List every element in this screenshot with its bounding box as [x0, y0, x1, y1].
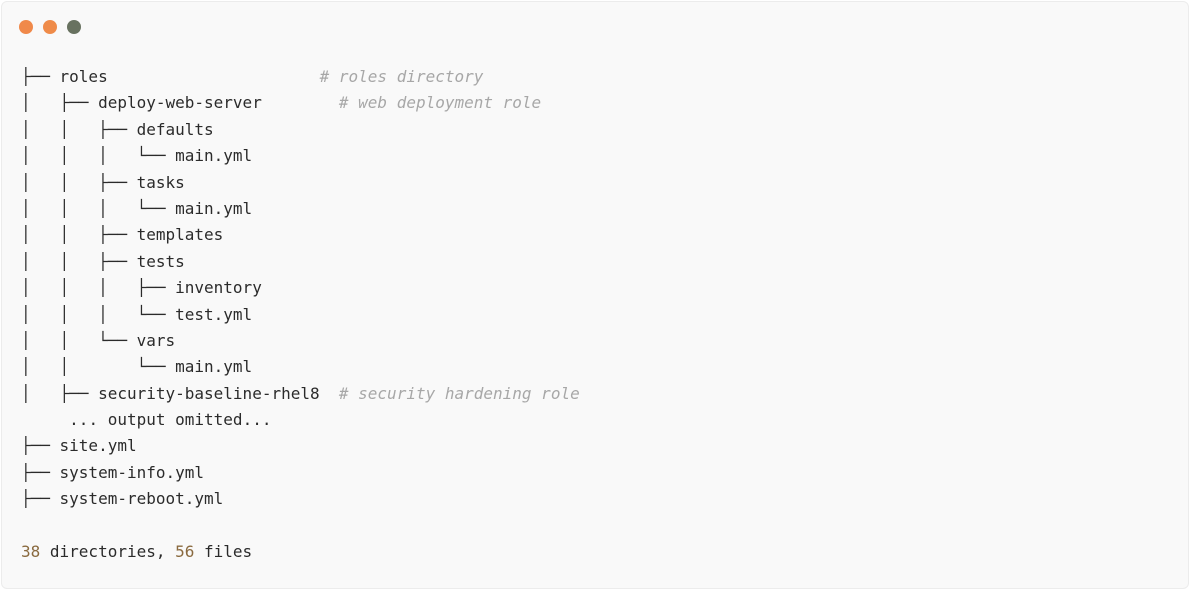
tree-branch: ├──: [21, 489, 60, 509]
tree-line: │ │ │ ├── inventory: [21, 275, 580, 301]
file-count: 56: [175, 542, 195, 562]
tree-entry-name[interactable]: main.yml: [175, 146, 252, 165]
tree-branch: ├──: [21, 462, 60, 482]
tree-branch: [21, 410, 69, 429]
tree-output: ├── roles # roles directory │ ├── deploy-…: [21, 64, 580, 565]
tree-line: │ │ ├── templates: [21, 222, 580, 248]
tree-entry-name[interactable]: tasks: [137, 173, 185, 192]
tree-branch: │ │ └──: [21, 330, 137, 350]
summary-line: 38 directories, 56 files: [21, 539, 580, 565]
tree-line: ├── roles # roles directory: [21, 64, 580, 90]
tree-line: │ │ │ └── test.yml: [21, 302, 580, 328]
tree-entry-name[interactable]: test.yml: [175, 305, 252, 324]
tree-line: │ │ ├── defaults: [21, 117, 580, 143]
tree-branch: │ │ │ └──: [21, 304, 176, 324]
tree-branch: │ ├──: [21, 93, 99, 113]
tree-branch: │ │ │ └──: [21, 146, 176, 166]
close-dot[interactable]: [19, 20, 33, 34]
tree-comment: # web deployment role: [338, 93, 542, 113]
tree-line: ├── system-reboot.yml: [21, 486, 580, 512]
tree-line: │ │ │ └── main.yml: [21, 196, 580, 222]
tree-entry-name[interactable]: defaults: [137, 120, 214, 139]
tree-branch: ├──: [21, 436, 60, 456]
tree-branch: │ │ │ ├──: [21, 278, 176, 298]
tree-branch: │ │ └──: [21, 357, 176, 377]
window-controls: [19, 20, 81, 34]
tree-comment: # security hardening role: [338, 383, 580, 403]
tree-entry-name[interactable]: site.yml: [60, 436, 137, 455]
tree-line: │ ├── deploy-web-server # web deployment…: [21, 90, 580, 116]
file-label: files: [194, 542, 253, 562]
directory-count: 38: [21, 542, 41, 562]
comment-spacer: [320, 384, 339, 403]
tree-line: ├── site.yml: [21, 433, 580, 459]
tree-line: ├── system-info.yml: [21, 460, 580, 486]
tree-entry-name[interactable]: main.yml: [175, 357, 252, 376]
tree-entry-name[interactable]: security-baseline-rhel8: [98, 384, 320, 403]
tree-branch: │ │ ├──: [21, 225, 137, 245]
tree-entry-name[interactable]: tests: [137, 252, 185, 271]
tree-line: │ ├── security-baseline-rhel8 # security…: [21, 381, 580, 407]
comment-spacer: [262, 93, 339, 112]
tree-branch: │ │ │ └──: [21, 198, 176, 218]
tree-line: │ │ │ └── main.yml: [21, 143, 580, 169]
tree-line: │ │ └── vars: [21, 328, 580, 354]
tree-entry-name[interactable]: main.yml: [175, 199, 252, 218]
tree-branch: │ │ ├──: [21, 119, 137, 139]
tree-entry-name[interactable]: inventory: [175, 278, 262, 297]
directory-label: directories,: [40, 542, 176, 562]
tree-entry-name[interactable]: vars: [137, 331, 176, 350]
tree-branch: │ ├──: [21, 383, 99, 403]
tree-branch: │ │ ├──: [21, 251, 137, 271]
terminal-window: ├── roles # roles directory │ ├── deploy-…: [1, 1, 1189, 589]
tree-entry-name[interactable]: deploy-web-server: [98, 93, 262, 112]
tree-entry-name[interactable]: roles: [60, 67, 108, 86]
maximize-dot[interactable]: [67, 20, 81, 34]
comment-spacer: [108, 67, 320, 86]
tree-comment: # roles directory: [319, 67, 484, 86]
tree-entry-name[interactable]: templates: [137, 225, 224, 244]
tree-lines: ├── roles # roles directory │ ├── deploy-…: [21, 64, 580, 513]
tree-entry-name[interactable]: system-reboot.yml: [60, 489, 224, 508]
tree-line: ... output omitted...: [21, 407, 580, 433]
tree-line: │ │ └── main.yml: [21, 354, 580, 380]
tree-entry-name[interactable]: ... output omitted...: [69, 410, 271, 429]
tree-entry-name[interactable]: system-info.yml: [60, 463, 205, 482]
minimize-dot[interactable]: [43, 20, 57, 34]
tree-branch: │ │ ├──: [21, 172, 137, 192]
tree-branch: ├──: [21, 67, 60, 86]
tree-line: │ │ ├── tasks: [21, 170, 580, 196]
tree-line: │ │ ├── tests: [21, 249, 580, 275]
